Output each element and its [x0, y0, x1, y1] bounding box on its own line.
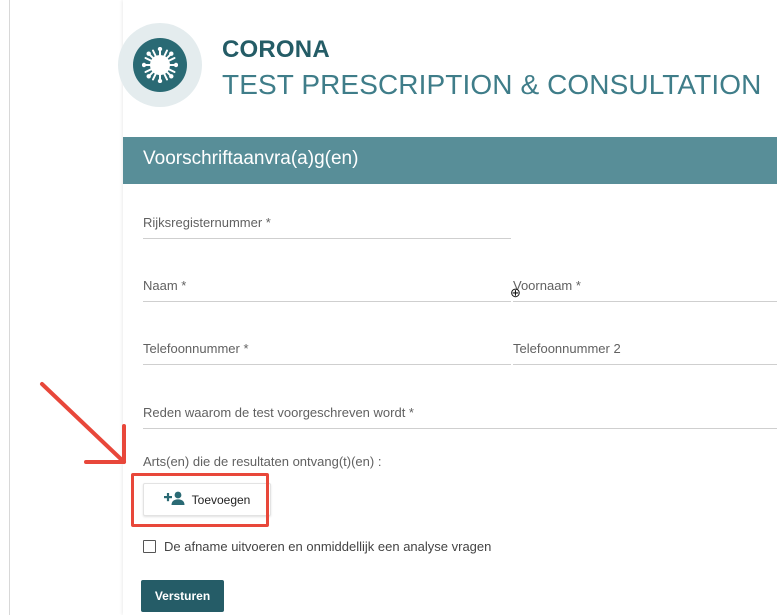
- virus-icon: [133, 38, 187, 92]
- reason-field[interactable]: Reden waarom de test voorgeschreven word…: [143, 395, 777, 429]
- form-title: Voorschriftaanvra(a)g(en): [143, 148, 359, 169]
- arrow-annotation: [40, 382, 126, 464]
- submit-label: Versturen: [154, 589, 211, 603]
- page-border: [9, 0, 10, 615]
- last-name-field[interactable]: Naam *: [143, 268, 511, 302]
- first-name-label: Voornaam *: [513, 278, 581, 293]
- brand-subtitle: TEST PRESCRIPTION & CONSULTATION: [222, 69, 762, 100]
- first-name-field[interactable]: Voornaam *: [513, 268, 777, 302]
- reason-label: Reden waarom de test voorgeschreven word…: [143, 405, 414, 420]
- national-number-label: Rijksregisternummer *: [143, 215, 271, 230]
- move-cursor-icon: ⊕: [510, 285, 521, 300]
- brand-title: CORONA: [222, 36, 330, 63]
- phone-field[interactable]: Telefoonnummer *: [143, 331, 511, 365]
- doctors-label: Arts(en) die de resultaten ontvang(t)(en…: [143, 454, 382, 469]
- submit-button[interactable]: Versturen: [141, 580, 224, 612]
- phone-label: Telefoonnummer *: [143, 341, 249, 356]
- immediate-analysis-checkbox[interactable]: [143, 540, 156, 553]
- immediate-analysis-option[interactable]: De afname uitvoeren en onmiddellijk een …: [143, 539, 491, 554]
- form-header: Voorschriftaanvra(a)g(en): [123, 137, 777, 184]
- highlight-box: [131, 473, 269, 527]
- last-name-label: Naam *: [143, 278, 187, 293]
- phone2-label: Telefoonnummer 2: [513, 341, 621, 356]
- phone2-field[interactable]: Telefoonnummer 2: [513, 331, 777, 365]
- national-number-field[interactable]: Rijksregisternummer *: [143, 205, 511, 239]
- immediate-analysis-label: De afname uitvoeren en onmiddellijk een …: [164, 539, 492, 554]
